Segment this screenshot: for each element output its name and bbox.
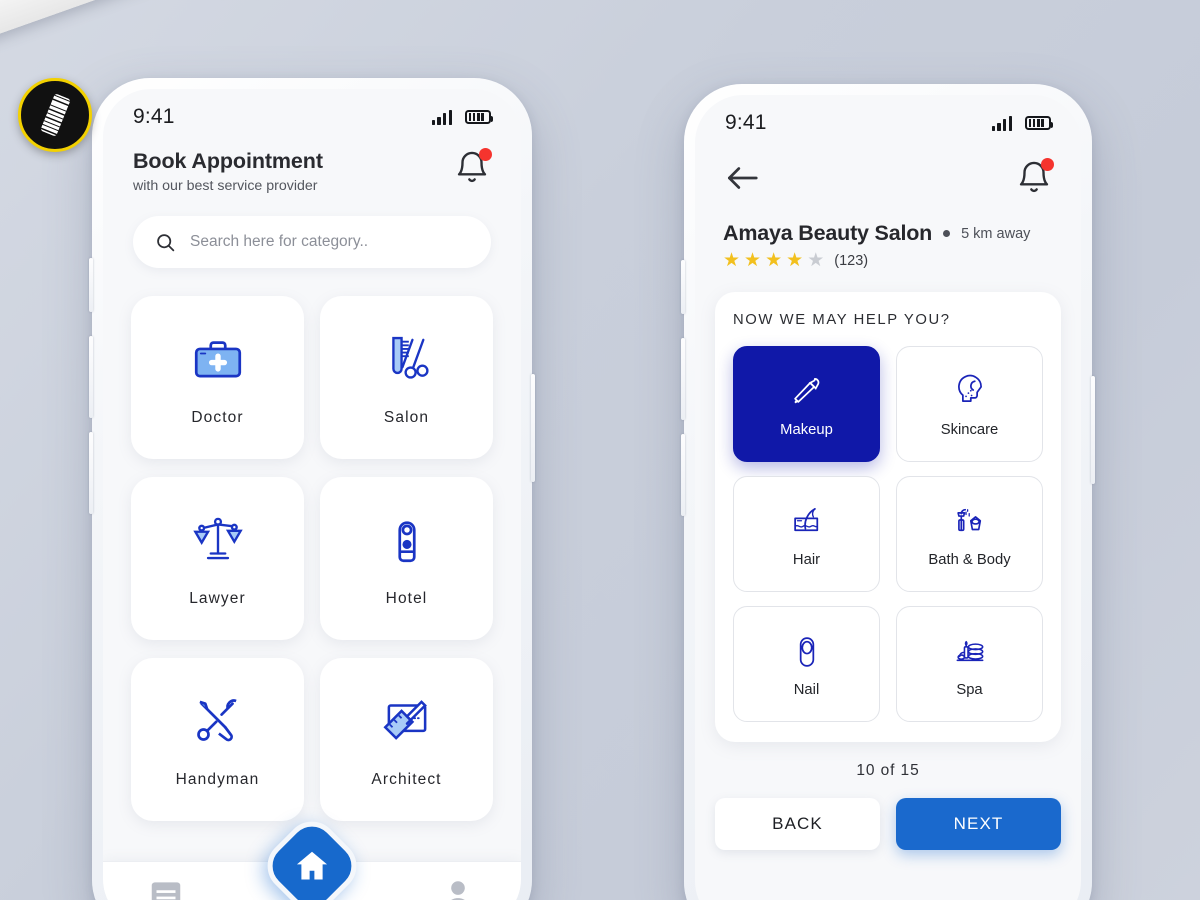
signal-bars-icon — [431, 109, 452, 125]
notification-badge — [1041, 158, 1054, 171]
category-label: Hotel — [385, 589, 428, 607]
wizard-buttons: BACK NEXT — [695, 780, 1081, 850]
service-grid: Makeup Skincare Hair Bath & Body Nail Sp… — [733, 346, 1043, 722]
hair-strand-icon — [793, 507, 818, 531]
phone-logo-icon — [39, 93, 71, 137]
separator-dot-icon — [943, 230, 951, 237]
search-icon — [157, 233, 175, 251]
medical-bag-icon — [194, 340, 241, 377]
tools-wrench-screwdriver-icon — [196, 698, 237, 741]
phone-right-side-button[interactable] — [681, 260, 685, 314]
signal-bars-icon — [991, 115, 1012, 131]
notification-bell-button[interactable] — [1015, 158, 1054, 197]
star-icon-5: ★ — [807, 250, 825, 271]
star-icon-1: ★ — [723, 250, 741, 271]
service-label: Makeup — [780, 421, 833, 438]
watermark-ribbon: indialer.com — [0, 0, 404, 48]
phone-right-power-button[interactable] — [1091, 376, 1095, 484]
category-label: Handyman — [175, 770, 260, 788]
service-card-hair[interactable]: Hair — [733, 476, 880, 592]
face-skincare-icon — [957, 374, 982, 402]
service-label: Nail — [793, 681, 820, 698]
category-card-architect[interactable]: Architect — [320, 658, 493, 821]
service-card-nail[interactable]: Nail — [733, 606, 880, 722]
status-bar-left: 9:41 — [103, 89, 521, 135]
shower-soap-icon — [956, 508, 981, 531]
screen-left: 9:41 Book Appointment with our best serv… — [103, 89, 521, 900]
help-panel-title: NOW WE MAY HELP YOU? — [733, 312, 951, 328]
review-count: (123) — [834, 252, 869, 269]
next-button-wizard[interactable]: NEXT — [896, 798, 1061, 850]
service-card-spa[interactable]: Spa — [896, 606, 1043, 722]
status-clock: 9:41 — [725, 111, 767, 134]
ruler-pencil-icon — [382, 699, 427, 740]
nav-item-profile[interactable] — [439, 876, 477, 900]
phone-left-volume-down-button[interactable] — [89, 432, 93, 514]
service-label: Skincare — [940, 421, 999, 438]
door-hanger-icon — [397, 520, 416, 562]
battery-icon — [465, 110, 494, 124]
rating-stars: ★ ★ ★ ★ ★ (123) — [723, 251, 1053, 270]
scales-of-justice-icon — [192, 517, 243, 559]
phone-device-left: 9:41 Book Appointment with our best serv… — [89, 78, 535, 900]
list-document-icon — [151, 881, 181, 900]
category-card-hotel[interactable]: Hotel — [320, 477, 493, 640]
spa-stones-candle-icon — [956, 640, 983, 661]
category-card-lawyer[interactable]: Lawyer — [131, 477, 304, 640]
category-card-salon[interactable]: Salon — [320, 296, 493, 459]
comb-scissors-icon — [391, 336, 429, 379]
home-icon — [296, 851, 328, 880]
phone-left-side-button[interactable] — [89, 258, 93, 312]
left-header: Book Appointment with our best service p… — [103, 135, 521, 194]
watermark-logo — [18, 78, 92, 152]
category-label: Lawyer — [189, 589, 246, 607]
category-label: Doctor — [191, 408, 244, 426]
person-icon — [450, 880, 466, 900]
status-clock: 9:41 — [133, 105, 175, 128]
back-arrow-icon — [727, 167, 758, 189]
phone-left-power-button[interactable] — [531, 374, 535, 482]
salon-distance: 5 km away — [961, 225, 1031, 242]
service-card-bath-body[interactable]: Bath & Body — [896, 476, 1043, 592]
service-label: Spa — [956, 681, 983, 698]
search-input[interactable]: Search here for category.. — [133, 216, 491, 268]
salon-info: Amaya Beauty Salon 5 km away ★ ★ ★ ★ ★ (… — [695, 197, 1081, 270]
status-bar-right: 9:41 — [695, 95, 1081, 141]
page-subtitle: with our best service provider — [133, 178, 318, 194]
makeup-brush-icon — [793, 377, 819, 403]
category-label: Architect — [371, 770, 442, 788]
pagination-indicator: 10 of 15 — [856, 762, 920, 779]
back-button-wizard[interactable]: BACK — [715, 798, 880, 850]
category-card-handyman[interactable]: Handyman — [131, 658, 304, 821]
phone-right-volume-up-button[interactable] — [681, 338, 685, 420]
nav-item-list[interactable] — [147, 876, 185, 900]
help-panel: NOW WE MAY HELP YOU? Makeup Skincare Hai… — [715, 292, 1061, 742]
fingernail-icon — [799, 636, 814, 667]
screen-right: 9:41 Amaya Beauty Salon 5 km away ★ ★ ★ … — [695, 95, 1081, 900]
phone-device-right: 9:41 Amaya Beauty Salon 5 km away ★ ★ ★ … — [681, 84, 1095, 900]
category-label: Salon — [383, 408, 430, 426]
phone-left-volume-up-button[interactable] — [89, 336, 93, 418]
notification-bell-button[interactable] — [453, 148, 492, 187]
salon-name: Amaya Beauty Salon — [723, 221, 933, 245]
service-label: Bath & Body — [928, 551, 1011, 568]
star-icon-2: ★ — [744, 250, 762, 271]
battery-icon — [1025, 116, 1054, 130]
notification-badge — [479, 148, 492, 161]
page-title: Book Appointment — [133, 149, 323, 173]
search-placeholder: Search here for category.. — [190, 233, 369, 250]
back-button[interactable] — [723, 159, 761, 197]
service-card-skincare[interactable]: Skincare — [896, 346, 1043, 462]
service-card-makeup[interactable]: Makeup — [733, 346, 880, 462]
service-label: Hair — [792, 551, 821, 568]
right-header — [695, 141, 1081, 197]
category-card-doctor[interactable]: Doctor — [131, 296, 304, 459]
star-icon-3: ★ — [765, 250, 783, 271]
category-grid: Doctor Salon Lawyer Hotel Handyman Archi… — [103, 296, 521, 821]
star-icon-4: ★ — [786, 250, 804, 271]
phone-right-volume-down-button[interactable] — [681, 434, 685, 516]
